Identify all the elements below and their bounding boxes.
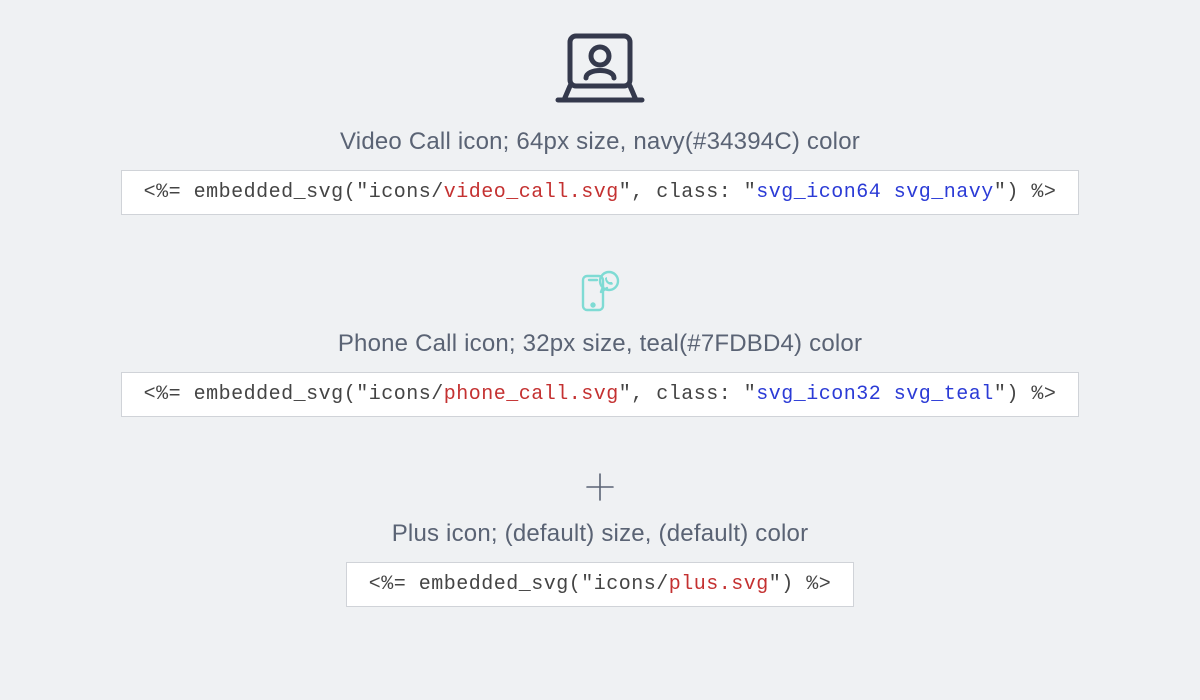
example-video-call: Video Call icon; 64px size, navy(#34394C…	[121, 30, 1080, 215]
code-filename: phone_call.svg	[444, 383, 619, 406]
plus-icon	[585, 472, 615, 502]
code-filename: plus.svg	[669, 573, 769, 596]
caption-plus: Plus icon; (default) size, (default) col…	[392, 520, 809, 548]
codebox-video-call: <%= embedded_svg("icons/video_call.svg",…	[121, 170, 1080, 215]
code-prefix: <%= embedded_svg("icons/	[144, 181, 444, 204]
code-class: svg_icon64 svg_navy	[756, 181, 994, 204]
code-mid: ", class: "	[619, 383, 757, 406]
codebox-plus: <%= embedded_svg("icons/plus.svg") %>	[346, 562, 855, 607]
code-mid: ", class: "	[619, 181, 757, 204]
phone-call-icon	[577, 270, 623, 312]
example-phone-call: Phone Call icon; 32px size, teal(#7FDBD4…	[121, 270, 1080, 417]
video-call-icon	[552, 30, 648, 110]
code-prefix: <%= embedded_svg("icons/	[369, 573, 669, 596]
code-suffix: ") %>	[994, 383, 1057, 406]
caption-video-call: Video Call icon; 64px size, navy(#34394C…	[340, 128, 860, 156]
code-class: svg_icon32 svg_teal	[756, 383, 994, 406]
caption-phone-call: Phone Call icon; 32px size, teal(#7FDBD4…	[338, 330, 862, 358]
code-suffix: ") %>	[769, 573, 832, 596]
code-suffix: ") %>	[994, 181, 1057, 204]
code-prefix: <%= embedded_svg("icons/	[144, 383, 444, 406]
example-plus: Plus icon; (default) size, (default) col…	[346, 472, 855, 607]
codebox-phone-call: <%= embedded_svg("icons/phone_call.svg",…	[121, 372, 1080, 417]
code-filename: video_call.svg	[444, 181, 619, 204]
